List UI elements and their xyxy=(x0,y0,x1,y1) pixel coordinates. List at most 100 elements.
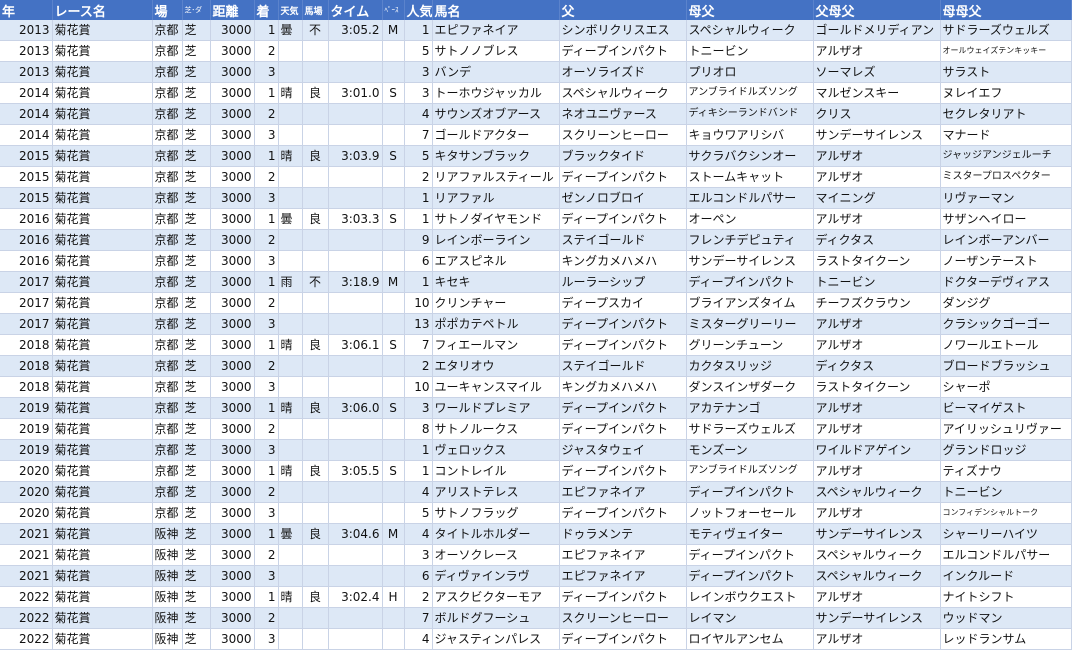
sire-sire-cell: スペシャルウィーク xyxy=(813,544,941,566)
popularity-cell: 13 xyxy=(404,313,433,335)
surface-cell: 芝 xyxy=(182,20,211,41)
dam-dam-sire-cell: トニービン xyxy=(940,481,1072,503)
popularity-cell: 6 xyxy=(404,250,433,272)
sire-cell: ディープインパクト xyxy=(559,334,687,356)
venue-cell: 京都 xyxy=(151,292,183,314)
horse-name-cell: コントレイル xyxy=(431,460,560,482)
finish-cell: 1 xyxy=(254,586,279,608)
horse-name-cell: ワールドプレミア xyxy=(431,397,560,419)
venue-cell: 阪神 xyxy=(151,586,183,608)
table-row: 2022 菊花賞 阪神芝 3000 3 4 ジャスティンパレス ディープインパクト ロイヤルアン… xyxy=(0,628,1072,650)
year-cell: 2013 xyxy=(0,61,53,83)
time-cell xyxy=(328,355,383,377)
surface-cell: 芝 xyxy=(182,61,211,83)
track-condition-cell xyxy=(302,61,329,83)
surface-cell: 芝 xyxy=(182,376,211,398)
header-pace: ﾍﾟｰｽ xyxy=(382,0,405,20)
year-cell: 2019 xyxy=(0,397,53,419)
header-surface: 芝･ダ xyxy=(182,0,211,20)
time-cell: 3:18.9 xyxy=(328,271,383,293)
surface-cell: 芝 xyxy=(182,418,211,440)
sire-sire-cell: マイニング xyxy=(813,187,941,209)
header-distance: 距離 xyxy=(210,0,255,20)
broodmare-sire-cell: サドラーズウェルズ xyxy=(686,418,814,440)
race-name-cell: 菊花賞 xyxy=(52,628,153,650)
table-row: 2022 菊花賞 阪神芝 3000 2 7 ボルドグフーシュ スクリーンヒーロー レイマン サンデ… xyxy=(0,607,1072,629)
venue-cell: 京都 xyxy=(151,460,183,482)
time-cell xyxy=(328,250,383,272)
distance-cell: 3000 xyxy=(210,586,255,608)
sire-sire-cell: アルザオ xyxy=(813,166,941,188)
table-row: 2014 菊花賞 京都芝 3000 1 晴良 3:01.0 S 3 トーホウジャッカル スペシャルウ… xyxy=(0,82,1072,104)
surface-cell: 芝 xyxy=(182,334,211,356)
venue-cell: 京都 xyxy=(151,502,183,524)
broodmare-sire-cell: モンズーン xyxy=(686,439,814,461)
header-time: タイム xyxy=(328,0,383,20)
weather-cell: 曇 xyxy=(278,208,303,230)
year-cell: 2016 xyxy=(0,208,53,230)
surface-cell: 芝 xyxy=(182,460,211,482)
popularity-cell: 2 xyxy=(404,166,433,188)
broodmare-sire-cell: カクタスリッジ xyxy=(686,355,814,377)
finish-cell: 3 xyxy=(254,187,279,209)
track-condition-cell xyxy=(302,628,329,650)
horse-name-cell: ポポカテペトル xyxy=(431,313,560,335)
dam-dam-sire-cell: クラシックゴーゴー xyxy=(940,313,1072,335)
popularity-cell: 6 xyxy=(404,565,433,587)
distance-cell: 3000 xyxy=(210,565,255,587)
dam-dam-sire-cell: マナード xyxy=(940,124,1072,146)
finish-cell: 2 xyxy=(254,418,279,440)
year-cell: 2022 xyxy=(0,628,53,650)
popularity-cell: 2 xyxy=(404,355,433,377)
sire-sire-cell: ディクタス xyxy=(813,229,941,251)
broodmare-sire-cell: アカテナンゴ xyxy=(686,397,814,419)
year-cell: 2014 xyxy=(0,82,53,104)
weather-cell: 晴 xyxy=(278,145,303,167)
header-sire-sire: 父母父 xyxy=(813,0,941,20)
surface-cell: 芝 xyxy=(182,607,211,629)
horse-name-cell: フィエールマン xyxy=(431,334,560,356)
surface-cell: 芝 xyxy=(182,229,211,251)
venue-cell: 京都 xyxy=(151,20,183,41)
distance-cell: 3000 xyxy=(210,103,255,125)
pace-cell: S xyxy=(382,334,405,356)
sire-cell: スペシャルウィーク xyxy=(559,82,687,104)
track-condition-cell: 良 xyxy=(302,460,329,482)
table-row: 2018 菊花賞 京都芝 3000 3 10 ユーキャンスマイル キングカメハメハ ダンスインザ… xyxy=(0,376,1072,398)
table-row: 2021 菊花賞 阪神芝 3000 1 曇良 3:04.6 M 4 タイトルホルダー ドゥラメンテモ… xyxy=(0,523,1072,545)
track-condition-cell xyxy=(302,544,329,566)
track-condition-cell: 不 xyxy=(302,271,329,293)
horse-name-cell: エピファネイア xyxy=(431,20,560,41)
broodmare-sire-cell: オーペン xyxy=(686,208,814,230)
pace-cell xyxy=(382,124,405,146)
dam-dam-sire-cell: サザンヘイロー xyxy=(940,208,1072,230)
dam-dam-sire-cell: ダンジグ xyxy=(940,292,1072,314)
finish-cell: 1 xyxy=(254,271,279,293)
sire-sire-cell: チーフズクラウン xyxy=(813,292,941,314)
dam-dam-sire-cell: ブロードブラッシュ xyxy=(940,355,1072,377)
dam-dam-sire-cell: ヌレイエフ xyxy=(940,82,1072,104)
dam-dam-sire-cell: コンフィデンシャルトーク xyxy=(940,502,1072,524)
popularity-cell: 4 xyxy=(404,103,433,125)
venue-cell: 京都 xyxy=(151,208,183,230)
table-row: 2015 菊花賞 京都芝 3000 1 晴良 3:03.9 S 5 キタサンブラック ブラックタイド… xyxy=(0,145,1072,167)
race-name-cell: 菊花賞 xyxy=(52,460,153,482)
venue-cell: 京都 xyxy=(151,397,183,419)
year-cell: 2019 xyxy=(0,439,53,461)
sire-cell: ステイゴールド xyxy=(559,355,687,377)
popularity-cell: 7 xyxy=(404,124,433,146)
dam-dam-sire-cell: ノワールエトール xyxy=(940,334,1072,356)
track-condition-cell xyxy=(302,40,329,62)
broodmare-sire-cell: キョウワアリシバ xyxy=(686,124,814,146)
sire-sire-cell: アルザオ xyxy=(813,628,941,650)
broodmare-sire-cell: ストームキャット xyxy=(686,166,814,188)
time-cell xyxy=(328,124,383,146)
weather-cell xyxy=(278,628,303,650)
finish-cell: 1 xyxy=(254,145,279,167)
time-cell: 3:03.9 xyxy=(328,145,383,167)
race-name-cell: 菊花賞 xyxy=(52,586,153,608)
dam-dam-sire-cell: ウッドマン xyxy=(940,607,1072,629)
horse-name-cell: バンデ xyxy=(431,61,560,83)
surface-cell: 芝 xyxy=(182,502,211,524)
header-broodmare-sire: 母父 xyxy=(686,0,814,20)
